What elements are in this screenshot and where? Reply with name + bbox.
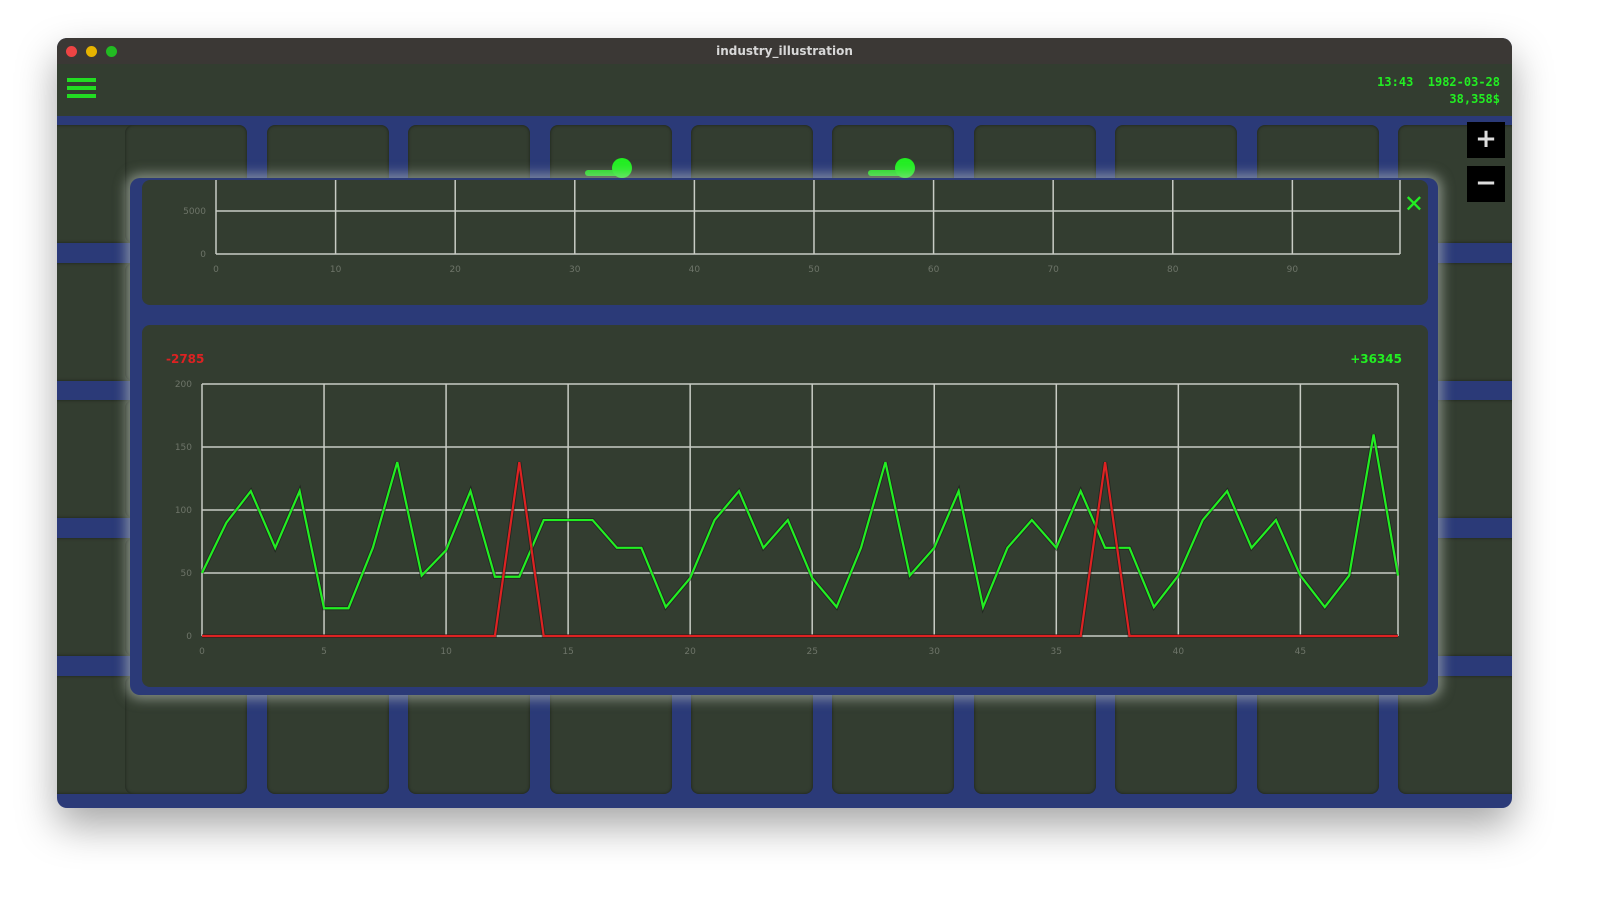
loss-label: -2785: [166, 352, 204, 366]
y-tick-label: 200: [175, 380, 192, 390]
balance-display: 38,358$: [1449, 92, 1500, 106]
x-tick-label: 5: [321, 647, 327, 657]
x-tick-label: 20: [449, 265, 461, 275]
app-window: industry_illustration 13:43 1982-03-28 3…: [57, 38, 1512, 808]
top-chart-panel: 0 10 20 30 40 50 60 70 80 90 0 5000: [142, 180, 1428, 305]
y-tick-label: 50: [181, 569, 193, 579]
header-bar: 13:43 1982-03-28 38,358$: [57, 64, 1512, 116]
x-tick-label: 40: [1173, 647, 1185, 657]
zoom-in-button[interactable]: +: [1467, 122, 1505, 158]
series-line-green: [201, 434, 1400, 611]
x-tick-label: 20: [684, 647, 696, 657]
status-readout: 13:43 1982-03-28 38,358$: [1377, 74, 1500, 108]
bottom-chart: 0 5 10 15 20 25 30 35 40 45 0 50 100 150 200 -2785 +3634…: [166, 352, 1402, 657]
x-tick-label: 15: [562, 647, 573, 657]
close-icon[interactable]: ✕: [1404, 192, 1424, 216]
y-tick-label: 150: [175, 443, 192, 453]
title-bar: industry_illustration: [57, 38, 1512, 64]
x-tick-label: 35: [1051, 647, 1062, 657]
x-tick-label: 70: [1047, 265, 1059, 275]
x-tick-label: 90: [1287, 265, 1299, 275]
top-chart: 0 10 20 30 40 50 60 70 80 90 0 5000: [183, 180, 1401, 275]
y-tick-label: 5000: [183, 207, 206, 217]
hamburger-icon[interactable]: [67, 78, 96, 102]
x-tick-label: 10: [330, 265, 342, 275]
x-tick-label: 0: [213, 265, 219, 275]
x-tick-label: 60: [928, 265, 940, 275]
window-title: industry_illustration: [716, 44, 853, 58]
slider[interactable]: [585, 158, 635, 178]
x-tick-label: 0: [199, 647, 205, 657]
x-tick-label: 25: [806, 647, 817, 657]
x-tick-label: 30: [569, 265, 581, 275]
slider-knob[interactable]: [895, 158, 915, 178]
x-tick-label: 10: [440, 647, 452, 657]
x-tick-label: 80: [1167, 265, 1179, 275]
zoom-out-button[interactable]: −: [1467, 166, 1505, 202]
time-display: 13:43: [1377, 75, 1414, 89]
profit-label: +36345: [1350, 352, 1402, 366]
chart-overlay: 0 10 20 30 40 50 60 70 80 90 0 5000 ✕ 0 5 10 15 20 25 30 3…: [130, 178, 1438, 695]
x-tick-label: 50: [808, 265, 820, 275]
slider[interactable]: [868, 158, 918, 178]
date-display: 1982-03-28: [1427, 75, 1500, 89]
bottom-chart-panel: 0 5 10 15 20 25 30 35 40 45 0 50 100 150 200 -2785 +3634…: [142, 325, 1428, 687]
x-tick-label: 30: [929, 647, 941, 657]
slider-knob[interactable]: [612, 158, 632, 178]
x-tick-label: 45: [1295, 647, 1306, 657]
y-tick-label: 100: [175, 506, 192, 516]
y-tick-label: 0: [186, 632, 192, 642]
y-tick-label: 0: [200, 250, 206, 260]
x-tick-label: 40: [689, 265, 701, 275]
